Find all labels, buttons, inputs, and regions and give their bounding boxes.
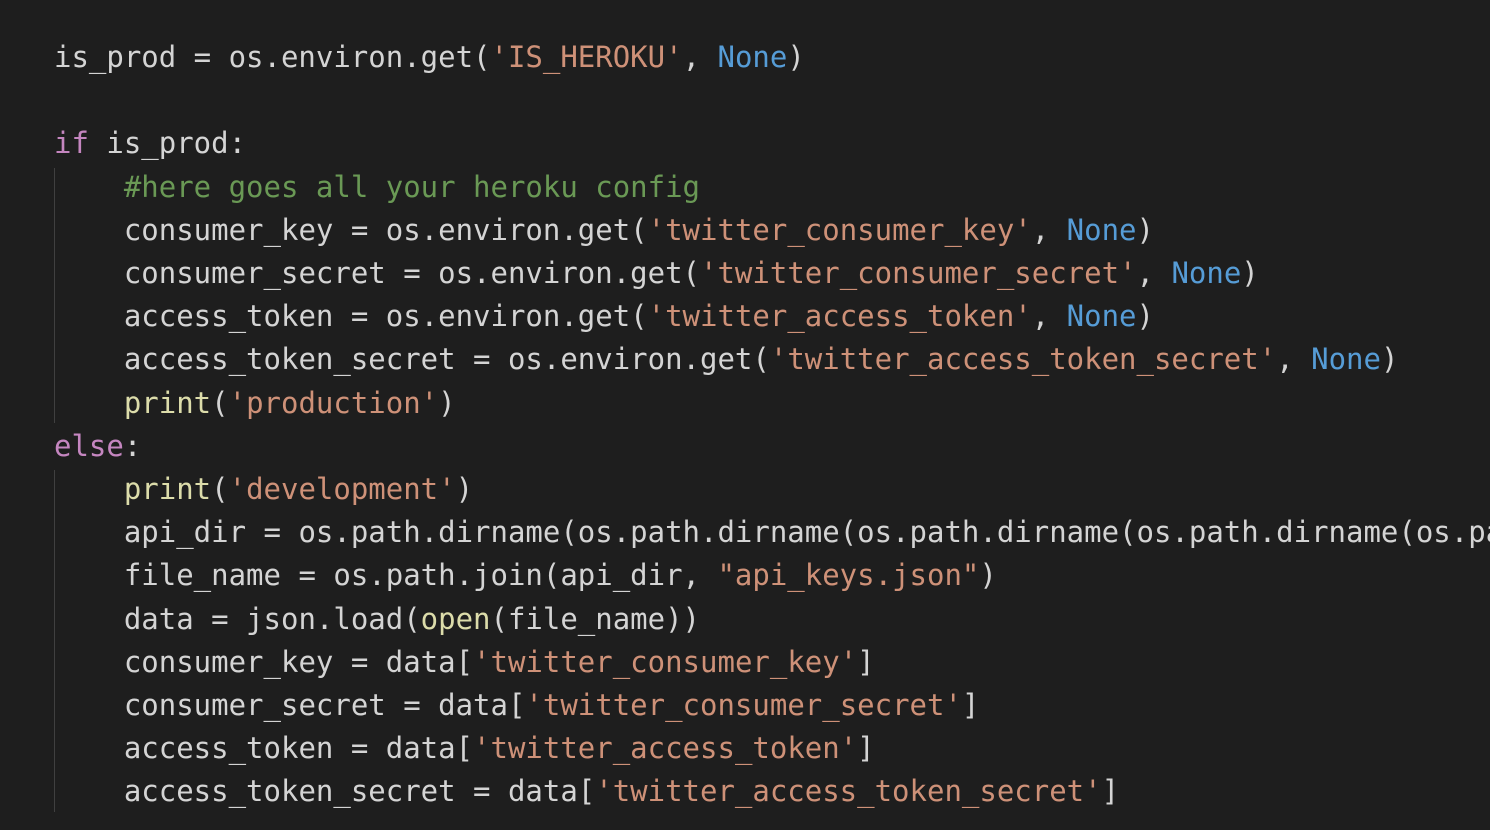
code-token-id: data = json.load( — [123, 601, 421, 636]
code-line[interactable]: access_token_secret = data['twitter_acce… — [54, 770, 1119, 813]
code-token-str: 'twitter_access_token' — [647, 299, 1032, 334]
code-token-id: consumer_secret = data[ — [123, 688, 526, 722]
code-token-str: 'twitter_consumer_key' — [473, 644, 858, 679]
code-token-id: access_token = os.environ.get( — [123, 299, 648, 334]
code-token-id: ( — [211, 385, 229, 420]
code-token-str: 'twitter_access_token' — [473, 731, 858, 766]
code-token-str: 'twitter_consumer_secret' — [525, 688, 962, 722]
code-token-kw: else — [54, 428, 124, 463]
code-token-id: consumer_secret = os.environ.get( — [123, 256, 701, 290]
code-editor[interactable]: is_prod = os.environ.get('IS_HEROKU', No… — [0, 0, 1490, 830]
code-token-fn: open — [420, 601, 491, 636]
code-token-id: ) — [787, 40, 805, 74]
code-token-str: 'development' — [228, 472, 456, 506]
code-token-id: , — [1276, 342, 1312, 377]
code-token-id: ) — [1136, 299, 1154, 334]
code-token-id: ) — [455, 472, 474, 506]
code-token-id: ] — [1101, 774, 1120, 809]
code-line[interactable]: print('production') — [54, 382, 456, 425]
code-line[interactable]: if is_prod: — [54, 122, 246, 165]
code-token-id: (file_name)) — [490, 601, 701, 636]
code-line[interactable]: is_prod = os.environ.get('IS_HEROKU', No… — [54, 36, 805, 79]
code-line[interactable]: file_name = os.path.join(api_dir, "api_k… — [54, 554, 997, 597]
code-token-id: ) — [1380, 342, 1399, 377]
code-token-id: , — [682, 40, 718, 74]
code-line[interactable]: #here goes all your heroku config — [54, 166, 700, 209]
code-line[interactable]: print('development') — [54, 468, 473, 511]
code-token-const: None — [1066, 212, 1137, 247]
code-token-id: , — [1031, 212, 1067, 247]
code-token-id: is_prod = os.environ.get( — [54, 40, 491, 74]
code-token-id: api_dir = os.path.dirname(os.path.dirnam… — [123, 515, 1490, 550]
code-token-id: , — [1136, 256, 1172, 290]
code-token-id: ) — [979, 558, 997, 593]
code-line[interactable]: consumer_key = os.environ.get('twitter_c… — [54, 209, 1154, 252]
indent-guide — [54, 167, 55, 423]
code-token-const: None — [1311, 342, 1381, 377]
code-token-id: consumer_key = data[ — [123, 644, 474, 679]
code-token-const: None — [1066, 299, 1137, 334]
code-token-const: None — [717, 40, 788, 74]
code-line[interactable]: else: — [54, 425, 141, 468]
code-token-id: ] — [857, 644, 875, 679]
code-token-id: ) — [1241, 256, 1259, 290]
code-line[interactable]: api_dir = os.path.dirname(os.path.dirnam… — [54, 511, 1490, 554]
code-token-str: 'twitter_consumer_key' — [647, 212, 1032, 247]
code-token-str: "api_keys.json" — [717, 558, 980, 593]
code-token-id: is_prod: — [88, 126, 247, 161]
code-line[interactable]: consumer_secret = data['twitter_consumer… — [54, 684, 980, 727]
code-token-str: 'production' — [228, 385, 439, 420]
code-token-fn: print — [123, 472, 212, 506]
code-line[interactable]: access_token_secret = os.environ.get('tw… — [54, 338, 1399, 381]
code-line[interactable]: consumer_secret = os.environ.get('twitte… — [54, 252, 1259, 295]
code-token-id: ) — [438, 385, 456, 420]
code-token-id: ] — [961, 688, 980, 722]
code-line[interactable]: consumer_key = data['twitter_consumer_ke… — [54, 641, 875, 684]
code-token-str: 'IS_HEROKU' — [490, 40, 683, 74]
code-token-id: access_token = data[ — [123, 731, 474, 766]
code-token-id: ( — [211, 472, 229, 506]
code-token-id: , — [1031, 299, 1067, 334]
indent-guide — [54, 470, 55, 812]
code-token-fn: print — [123, 385, 212, 420]
code-line[interactable]: access_token = os.environ.get('twitter_a… — [54, 295, 1154, 338]
code-token-cm: #here goes all your heroku config — [123, 169, 701, 204]
code-token-str: 'twitter_consumer_secret' — [700, 256, 1137, 290]
code-line[interactable]: access_token = data['twitter_access_toke… — [54, 727, 875, 770]
code-token-id: ) — [1136, 212, 1154, 247]
code-token-id: : — [123, 428, 142, 463]
code-token-id: consumer_key = os.environ.get( — [123, 212, 648, 247]
code-token-id: file_name = os.path.join(api_dir, — [123, 558, 718, 593]
code-token-id: ] — [857, 731, 875, 766]
code-token-id: access_token_secret = data[ — [123, 774, 596, 809]
code-token-str: 'twitter_access_token_secret' — [595, 774, 1102, 809]
code-token-const: None — [1171, 256, 1242, 290]
code-token-id: access_token_secret = os.environ.get( — [123, 342, 770, 377]
code-token-kw: if — [54, 126, 89, 161]
code-line[interactable]: data = json.load(open(file_name)) — [54, 598, 700, 641]
code-token-str: 'twitter_access_token_secret' — [769, 342, 1277, 377]
